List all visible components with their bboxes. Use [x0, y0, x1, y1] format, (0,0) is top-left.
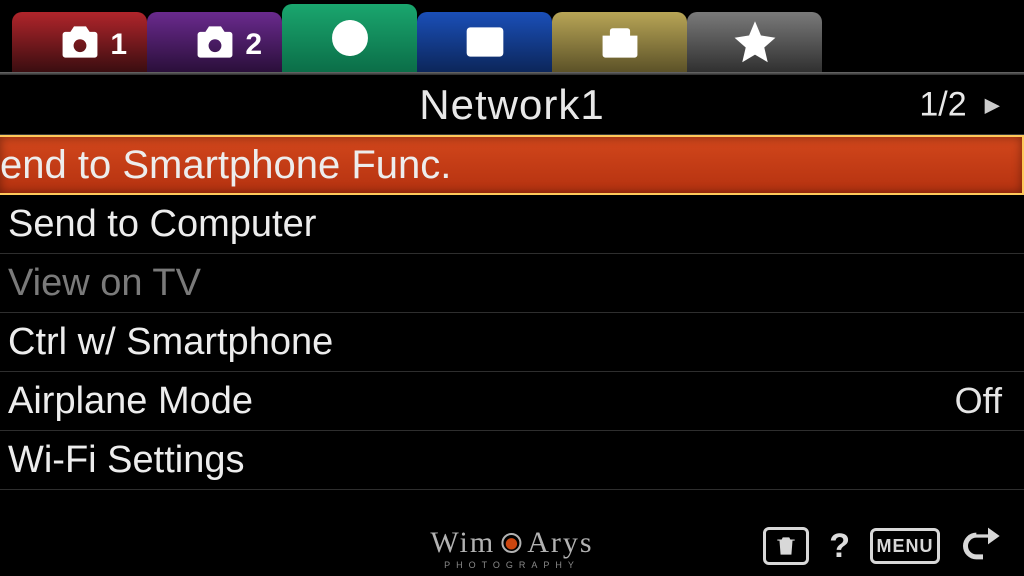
- next-page-arrow-icon[interactable]: ▶: [985, 92, 1000, 117]
- camera-icon: [190, 20, 240, 64]
- globe-icon: [325, 16, 375, 60]
- star-icon: [730, 20, 780, 64]
- page-indicator[interactable]: 1/2 ▶: [919, 85, 1000, 124]
- camera-1-tab[interactable]: 1: [12, 12, 147, 72]
- setup-tab[interactable]: [552, 12, 687, 72]
- back-button[interactable]: [960, 526, 1006, 566]
- watermark-text-left: Wim: [430, 526, 495, 560]
- watermark: Wim Arys PHOTOGRAPHY: [430, 526, 593, 570]
- my-menu-tab[interactable]: [687, 12, 822, 72]
- trash-icon: [773, 533, 799, 559]
- back-arrow-icon: [960, 526, 1006, 566]
- menu-list: end to Smartphone Func. Send to Computer…: [0, 135, 1024, 490]
- camera-icon: [55, 20, 105, 64]
- menu-item-airplane-mode[interactable]: Airplane Mode Off: [0, 372, 1024, 431]
- watermark-logo-icon: [501, 533, 521, 553]
- watermark-text-right: Arys: [527, 526, 593, 560]
- play-icon: [460, 20, 510, 64]
- playback-tab[interactable]: [417, 12, 552, 72]
- menu-item-send-computer[interactable]: Send to Computer: [0, 195, 1024, 254]
- help-button[interactable]: ?: [829, 527, 850, 566]
- menu-item-label: View on TV: [8, 262, 201, 305]
- menu-item-label: Ctrl w/ Smartphone: [8, 321, 333, 364]
- menu-button[interactable]: MENU: [870, 528, 940, 564]
- menu-item-view-tv: View on TV: [0, 254, 1024, 313]
- page-number: 1/2: [919, 85, 966, 124]
- delete-button[interactable]: [763, 527, 809, 565]
- footer-bar: ? MENU: [763, 526, 1006, 566]
- tab-badge: 2: [245, 28, 262, 62]
- page-header: Network1 1/2 ▶: [0, 75, 1024, 135]
- watermark-subtext: PHOTOGRAPHY: [444, 560, 580, 570]
- menu-item-wifi-settings[interactable]: Wi-Fi Settings: [0, 431, 1024, 490]
- menu-item-label: Wi-Fi Settings: [8, 439, 244, 482]
- menu-item-ctrl-smartphone[interactable]: Ctrl w/ Smartphone: [0, 313, 1024, 372]
- menu-item-value: Off: [955, 380, 1002, 422]
- menu-item-label: end to Smartphone Func.: [0, 143, 451, 188]
- page-title: Network1: [419, 81, 604, 129]
- menu-item-label: Airplane Mode: [8, 380, 253, 423]
- help-icon: ?: [829, 527, 850, 566]
- toolbox-icon: [595, 20, 645, 64]
- menu-item-label: Send to Computer: [8, 203, 316, 246]
- camera-2-tab[interactable]: 2: [147, 12, 282, 72]
- tab-bar: 1 2: [0, 0, 1024, 72]
- network-tab[interactable]: [282, 4, 417, 72]
- tab-badge: 1: [110, 28, 127, 62]
- menu-chip-label: MENU: [870, 528, 940, 564]
- menu-item-send-smartphone[interactable]: end to Smartphone Func.: [0, 135, 1024, 195]
